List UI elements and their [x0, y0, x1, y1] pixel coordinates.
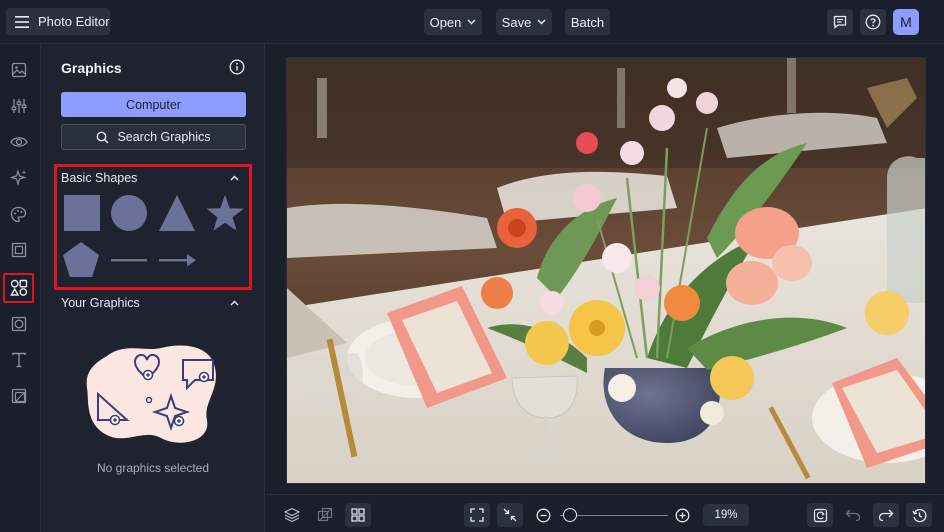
- open-label: Open: [429, 14, 462, 30]
- layers-button[interactable]: [279, 503, 305, 527]
- tool-rail: [0, 44, 41, 532]
- adjustments-icon: [11, 99, 26, 113]
- help-icon: [865, 14, 881, 30]
- reset-button[interactable]: [807, 503, 833, 527]
- save-menu-button[interactable]: Save: [496, 9, 552, 35]
- actual-size-button[interactable]: [497, 503, 523, 527]
- rail-item-overlays[interactable]: [3, 309, 34, 339]
- rail-item-graphics[interactable]: [3, 273, 34, 303]
- computer-label: Computer: [126, 97, 181, 112]
- rail-item-view[interactable]: [3, 127, 34, 157]
- rail-item-paint[interactable]: [3, 199, 34, 229]
- triangle-shape[interactable]: [158, 194, 196, 232]
- rail-item-text[interactable]: [3, 345, 34, 375]
- search-graphics-button[interactable]: Search Graphics: [61, 124, 246, 150]
- eye-icon: [9, 137, 28, 147]
- panel-title: Graphics: [61, 60, 122, 76]
- help-button[interactable]: [860, 9, 886, 35]
- expand-icon: [470, 508, 484, 522]
- redo-button[interactable]: [873, 503, 899, 527]
- layers-icon: [284, 507, 300, 523]
- fit-screen-button[interactable]: [464, 503, 490, 527]
- zoom-value: 19%: [714, 509, 738, 521]
- user-avatar[interactable]: M: [893, 9, 919, 35]
- zoom-slider-thumb[interactable]: [563, 508, 577, 522]
- avatar-initial: M: [900, 14, 912, 30]
- collapse-icon: [503, 508, 517, 522]
- sparkle-effects-icon: [9, 169, 27, 187]
- history-icon: [911, 508, 926, 522]
- search-label: Search Graphics: [117, 130, 211, 144]
- grid-icon: [351, 508, 365, 522]
- chevron-up-icon[interactable]: [230, 300, 239, 306]
- grid-view-button[interactable]: [345, 503, 371, 527]
- compare-button[interactable]: [312, 503, 338, 527]
- graphics-panel: Graphics Computer Search Graphics Basic …: [41, 44, 265, 532]
- open-menu-button[interactable]: Open: [424, 9, 482, 35]
- undo-button[interactable]: [840, 503, 866, 527]
- save-label: Save: [501, 14, 532, 30]
- batch-label: Batch: [570, 14, 605, 30]
- canvas-area: [266, 44, 944, 494]
- history-button[interactable]: [906, 503, 932, 527]
- redo-icon: [878, 509, 894, 522]
- top-bar: Photo Editor Open Save Batch M: [0, 0, 944, 44]
- texture-icon: [11, 388, 26, 404]
- bottom-toolbar: 19%: [266, 494, 944, 532]
- feedback-button[interactable]: [827, 9, 853, 35]
- zoom-level[interactable]: 19%: [703, 504, 749, 526]
- your-graphics-heading: Your Graphics: [61, 296, 140, 310]
- feedback-icon: [833, 15, 847, 29]
- basic-shapes-heading: Basic Shapes: [61, 171, 138, 185]
- empty-graphics-illustration: [86, 345, 216, 443]
- compare-icon: [317, 507, 333, 522]
- frame-icon: [11, 242, 26, 258]
- graphics-shapes-icon: [9, 279, 27, 296]
- square-shape[interactable]: [63, 194, 101, 232]
- photo-canvas[interactable]: [286, 57, 926, 484]
- rail-item-adjustments[interactable]: [3, 91, 34, 121]
- line-shape[interactable]: [110, 254, 148, 266]
- floral-centerpiece-photo: [287, 58, 925, 483]
- star-shape[interactable]: [205, 194, 245, 232]
- search-icon: [97, 131, 109, 144]
- zoom-out-button[interactable]: [530, 503, 556, 527]
- rail-item-image[interactable]: [3, 55, 34, 85]
- chevron-down-icon: [467, 19, 476, 25]
- info-icon[interactable]: [229, 59, 245, 75]
- empty-graphics-text: No graphics selected: [96, 461, 210, 475]
- refresh-icon: [813, 508, 827, 522]
- computer-upload-button[interactable]: Computer: [61, 92, 246, 117]
- zoom-in-icon: [675, 508, 689, 522]
- chevron-down-icon: [537, 19, 546, 25]
- overlay-icon: [11, 316, 26, 332]
- zoom-out-icon: [536, 508, 550, 522]
- app-title: Photo Editor: [38, 14, 110, 29]
- app-menu-button[interactable]: Photo Editor: [6, 8, 110, 35]
- pentagon-shape[interactable]: [62, 241, 100, 279]
- circle-shape[interactable]: [110, 194, 148, 232]
- text-icon: [11, 352, 26, 368]
- rail-item-frames[interactable]: [3, 235, 34, 265]
- hamburger-menu-icon: [15, 15, 29, 28]
- image-icon: [11, 62, 26, 78]
- rail-item-effects[interactable]: [3, 163, 34, 193]
- chevron-up-icon[interactable]: [230, 175, 239, 181]
- rail-item-textures[interactable]: [3, 381, 34, 411]
- undo-icon: [845, 509, 861, 522]
- arrow-shape[interactable]: [158, 252, 198, 268]
- palette-icon: [10, 206, 27, 222]
- batch-button[interactable]: Batch: [565, 9, 610, 35]
- zoom-in-button[interactable]: [669, 503, 695, 527]
